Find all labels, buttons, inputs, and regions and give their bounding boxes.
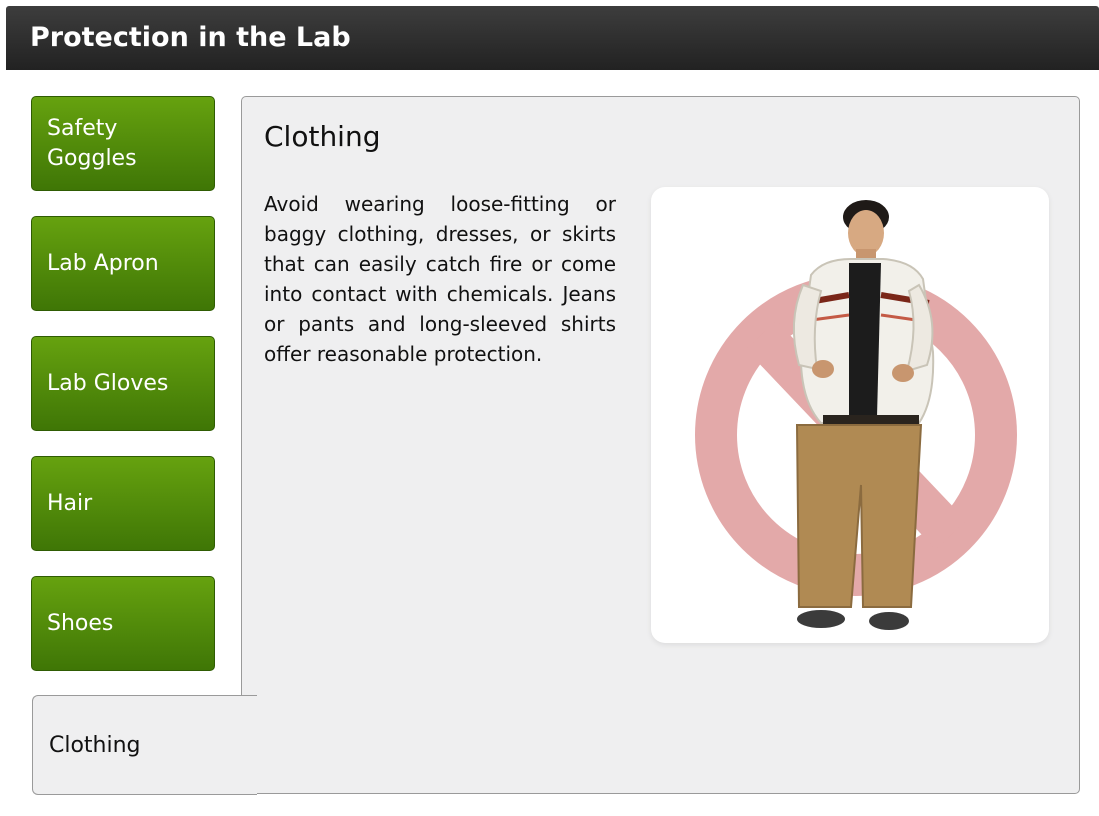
content-heading: Clothing [264, 120, 381, 153]
content-body: Avoid wearing loose-fitting or baggy clo… [264, 192, 616, 366]
tab-label: Safety Goggles [47, 115, 137, 171]
tab-clothing[interactable]: Clothing [32, 695, 257, 795]
window-title: Protection in the Lab [6, 6, 1099, 70]
person-figure [792, 200, 935, 630]
prohibited-clothing-illustration [695, 200, 1017, 630]
tab-safety-goggles[interactable]: Safety Goggles [31, 96, 215, 191]
tab-lab-gloves[interactable]: Lab Gloves [31, 336, 215, 431]
tab-hair[interactable]: Hair [31, 456, 215, 551]
clothing-photo [651, 187, 1049, 643]
tab-label: Clothing [49, 732, 141, 758]
tab-label: Shoes [47, 610, 114, 636]
tab-lab-apron[interactable]: Lab Apron [31, 216, 215, 311]
tab-label: Lab Apron [47, 250, 159, 276]
tab-shoes[interactable]: Shoes [31, 576, 215, 671]
tab-label: Lab Gloves [47, 370, 169, 396]
tab-label: Hair [47, 490, 93, 516]
